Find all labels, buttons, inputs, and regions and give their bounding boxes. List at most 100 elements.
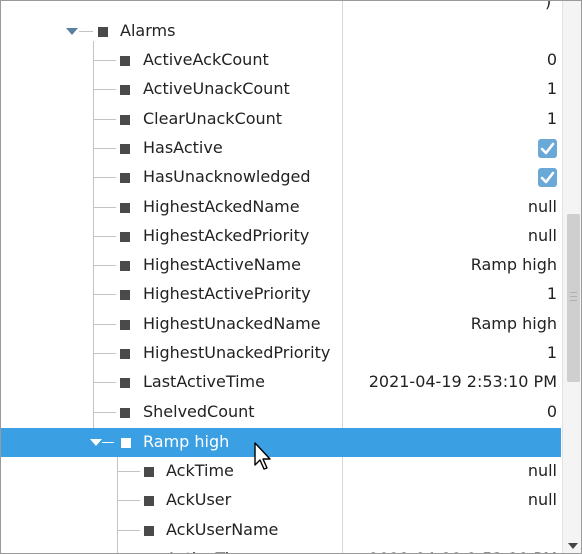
tree-node-highestackedpriority[interactable]: HighestAckedPriority null [1,222,561,251]
tree-node-hasunacknowledged[interactable]: HasUnacknowledged [1,163,561,192]
tree-node-activetime[interactable]: ActiveTime 2021-04-19 2:53:10 PM [1,545,561,553]
tree-node-value: null [527,196,557,216]
tree-node-label: HighestActiveName [143,255,301,275]
tree-connector [94,382,116,384]
square-bullet-icon [120,319,130,330]
tree-connector [94,323,116,325]
tree-node-ramp-high[interactable]: Ramp high [1,428,561,457]
tree-node-value: 1 [546,343,557,362]
tree-node-alarms[interactable]: Alarms [1,17,561,46]
tree-node-label: HighestAckedPriority [143,225,310,245]
checkbox-checked-icon[interactable] [538,138,557,158]
tree-connector [94,235,116,237]
tree-node-label: ActiveUnackCount [143,79,290,99]
tree-node-activeunackcount[interactable]: ActiveUnackCount 1 [1,75,561,104]
tree-node-highestunackedname[interactable]: HighestUnackedName Ramp high [1,310,561,339]
tree-node-value: null [527,490,557,510]
tree-node-label: HighestActivePriority [143,284,311,304]
tree-connector [94,89,116,91]
tree-node-value: 2021-04-19 2:53:10 PM [368,372,557,392]
tree-connector [94,206,116,208]
square-bullet-icon [120,261,130,272]
square-bullet-icon [144,467,154,477]
chevron-down-icon[interactable] [90,439,102,446]
square-bullet-icon [120,231,130,242]
tree-node-highestactivepriority[interactable]: HighestActivePriority 1 [1,280,561,309]
square-bullet-icon [120,290,130,301]
tree-connector [94,353,116,354]
tree-node-label: HighestUnackedPriority [143,343,331,362]
tree-node-value: null [527,225,557,245]
tree-node-label: LastActiveTime [143,372,265,392]
tree-connector [79,31,93,32]
tree-connector [94,60,116,61]
square-bullet-icon [98,27,108,37]
tree-connector [94,265,116,267]
tree-node-lastactivetime[interactable]: LastActiveTime 2021-04-19 2:53:10 PM [1,368,561,397]
tree-node-value: 0 [546,50,557,69]
tree-node-label: ClearUnackCount [143,108,283,128]
tree-node-activeackcount[interactable]: ActiveAckCount 0 [1,46,561,75]
square-bullet-icon [144,496,154,507]
scrollbar-thumb[interactable] [567,214,580,382]
tree-connector [102,442,114,443]
tree-node-value: 1 [546,108,557,128]
tree-node-value: Ramp high [470,313,557,333]
square-bullet-icon [120,56,130,66]
tree-node-value: Ramp high [470,255,557,275]
tree-connector [94,147,116,149]
tree-node-label: HighestUnackedName [143,313,321,333]
tree-node-label: AckUser [166,490,232,510]
tree-node-label: HasActive [143,137,223,157]
square-bullet-icon [120,173,130,184]
tree-node-highestackedname[interactable]: HighestAckedName null [1,193,561,222]
checkbox-checked-icon[interactable] [538,168,557,188]
tree-node-ackusername[interactable]: AckUserName [1,516,561,545]
tree-node-shelvedcount[interactable]: ShelvedCount 0 [1,398,561,427]
tree-connector [94,177,116,179]
tag-browser-panel: ) Alarms ActiveAckCount 0 ActiveUnackCount… [0,0,582,554]
square-bullet-icon [144,525,154,536]
square-bullet-icon [121,438,131,448]
tree-node-label: HighestAckedName [143,196,300,216]
square-bullet-icon [120,378,130,389]
scroll-down-arrow-icon[interactable] [568,543,578,549]
checkmark-icon [540,171,555,184]
square-bullet-icon [120,85,130,96]
tree-node-label: HasUnacknowledged [143,167,311,187]
tree-node-label: ShelvedCount [143,401,255,421]
tree-connector [118,471,140,472]
tree-node-value: 2021-04-19 2:53:10 PM [369,549,557,553]
checkmark-icon [540,142,555,155]
tree-connector [94,411,116,413]
square-bullet-icon [120,143,130,154]
top-cut-value: ) [545,1,552,11]
tree-node-value: 0 [546,401,557,421]
tree-node-label: AckUserName [166,519,279,539]
tree-connector [94,294,116,296]
square-bullet-icon [120,349,130,359]
tree-connector [118,529,140,531]
tree-node-label: ActiveTime [166,549,255,553]
tree-node-label: ActiveAckCount [143,50,269,69]
square-bullet-icon [120,202,130,213]
tree-node-value: 1 [546,79,557,99]
tree-node-label: AckTime [166,461,234,480]
tree-node-value: null [527,461,557,480]
tree-connector [118,500,140,502]
tree-node-hasactive[interactable]: HasActive [1,134,561,163]
tree-node-label: Alarms [120,21,176,40]
tree-node-clearunackcount[interactable]: ClearUnackCount 1 [1,105,561,134]
square-bullet-icon [120,114,130,125]
tree-node-ackuser[interactable]: AckUser null [1,486,561,515]
tree-node-value: 1 [546,284,557,304]
vertical-scrollbar[interactable] [562,1,581,553]
square-bullet-icon [120,407,130,418]
chevron-down-icon[interactable] [66,28,78,35]
mouse-pointer-icon [254,442,271,470]
tree-node-acktime[interactable]: AckTime null [1,457,561,486]
tree-node-label: Ramp high [143,432,230,451]
tree-node-highestactivename[interactable]: HighestActiveName Ramp high [1,251,561,280]
tree-node-highestunackedpriority[interactable]: HighestUnackedPriority 1 [1,339,561,368]
tag-tree[interactable]: ) Alarms ActiveAckCount 0 ActiveUnackCount… [1,1,561,553]
